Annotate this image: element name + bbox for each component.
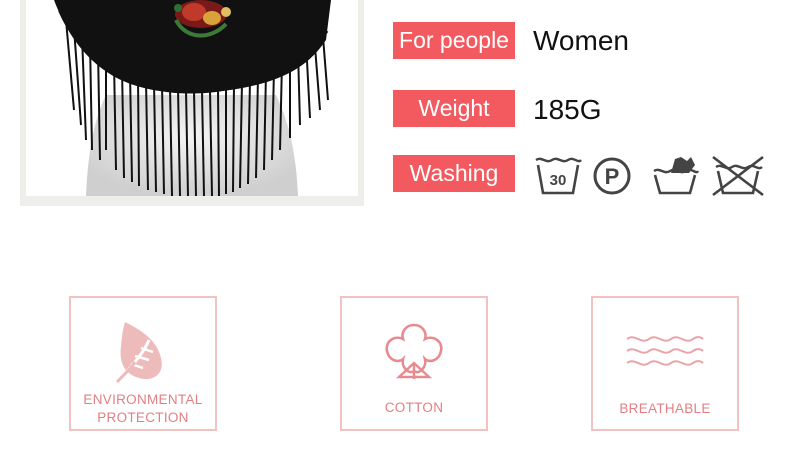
hand-wash-icon xyxy=(653,157,699,195)
shawl-image xyxy=(26,0,358,196)
waves-icon xyxy=(626,335,704,366)
do-not-wash-icon xyxy=(712,155,764,197)
dry-clean-p-icon: P xyxy=(593,157,631,195)
product-photo-frame xyxy=(20,0,364,206)
weight-label: Weight xyxy=(393,90,515,127)
feature-cotton: COTTON xyxy=(340,296,488,431)
feature-label-environmental: ENVIRONMENTAL xyxy=(83,392,203,407)
feature-label-protection: PROTECTION xyxy=(97,410,189,425)
cotton-icon xyxy=(385,323,443,379)
for-people-label: For people xyxy=(393,22,515,59)
washing-label: Washing xyxy=(393,155,515,192)
feature-label-breathable: BREATHABLE xyxy=(619,401,711,416)
for-people-value: Women xyxy=(533,25,629,56)
wash-temp-text: 30 xyxy=(550,172,567,189)
weight-value: 185G xyxy=(533,94,602,125)
leaf-icon xyxy=(115,321,162,383)
wash-30-icon: 30 xyxy=(535,157,582,195)
dry-clean-letter: P xyxy=(605,164,620,189)
feature-breathable: BREATHABLE xyxy=(591,296,739,431)
feature-label-cotton: COTTON xyxy=(384,400,444,415)
feature-environmental-protection: ENVIRONMENTAL PROTECTION xyxy=(69,296,217,431)
product-photo xyxy=(26,0,358,196)
